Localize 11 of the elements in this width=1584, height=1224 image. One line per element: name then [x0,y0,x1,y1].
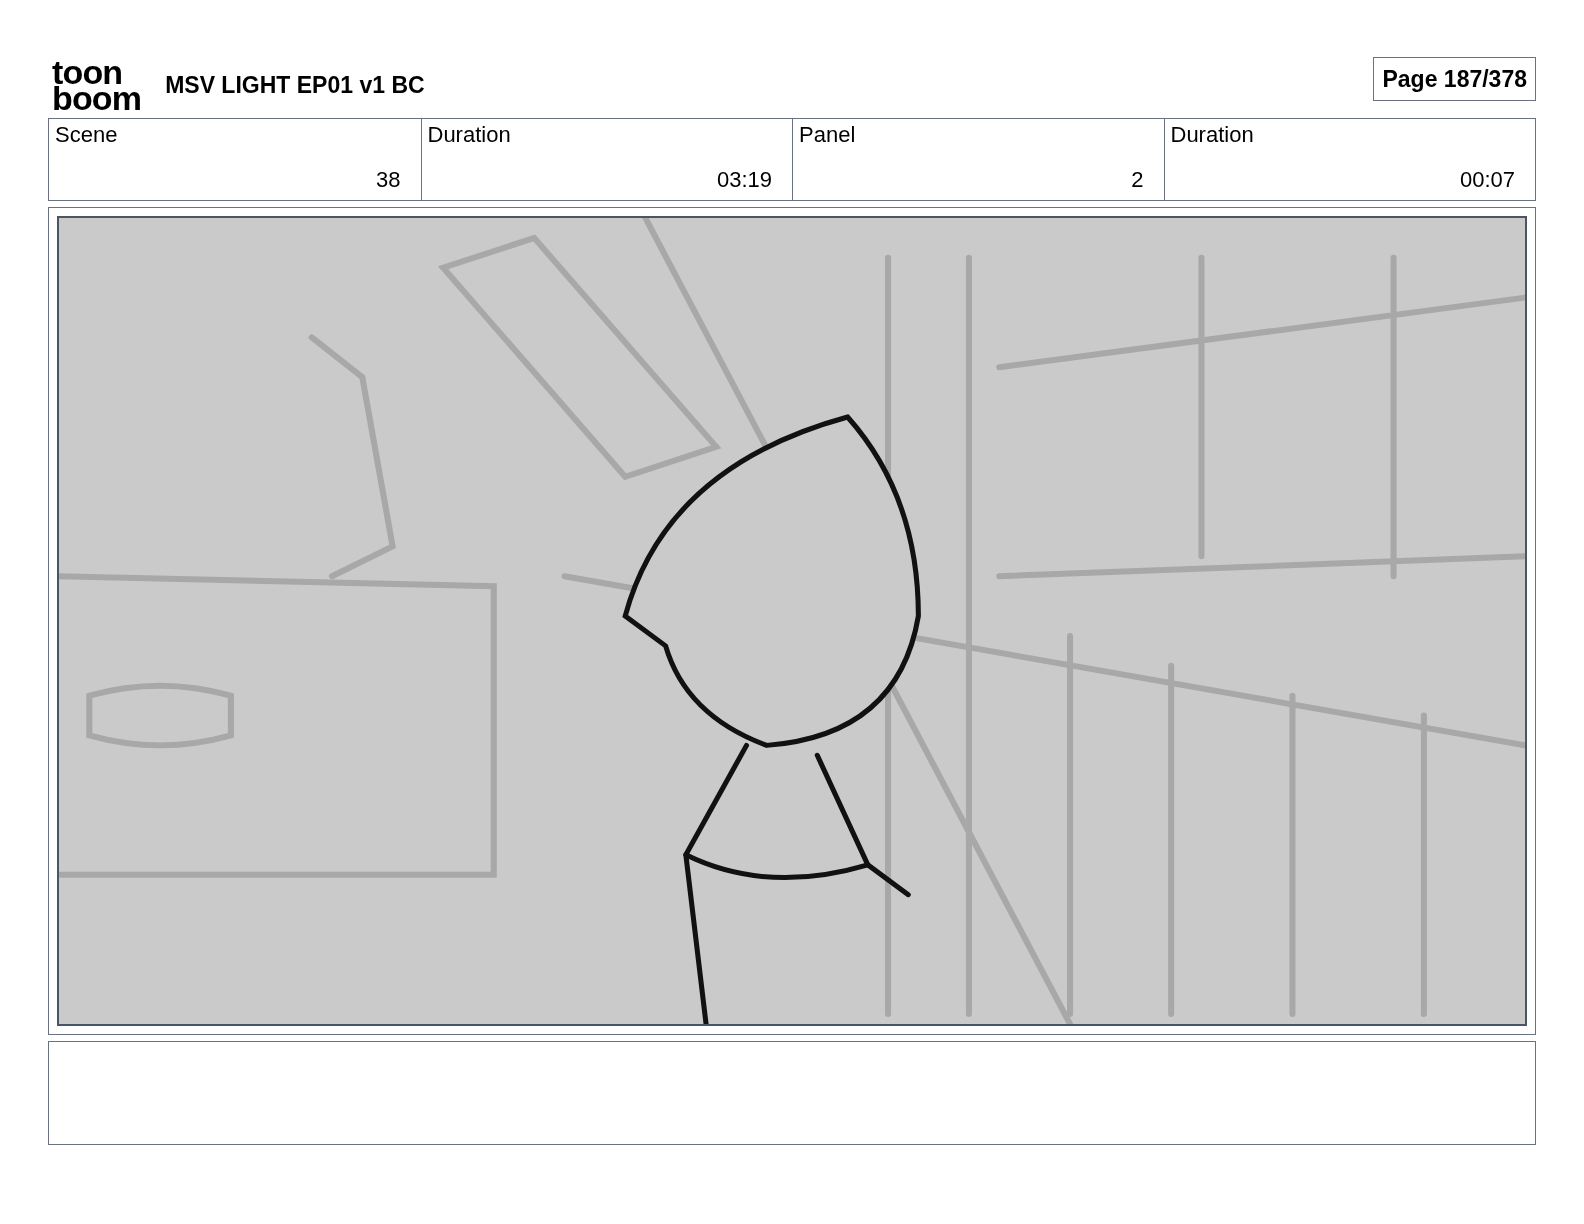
field-value: 03:19 [716,168,772,192]
field-value: 38 [376,168,401,192]
field-label: Duration [427,123,512,147]
page-number: Page 187/378 [1373,56,1536,102]
field-label: Scene [55,123,119,147]
field-label: Duration [1170,123,1255,147]
logo: toon boom [52,59,142,111]
document-title: MSV LIGHT EP01 v1 BC [165,70,425,100]
field-label: Panel [799,123,857,147]
field-value: 2 [1131,168,1144,192]
field-value: 00:07 [1459,168,1515,192]
